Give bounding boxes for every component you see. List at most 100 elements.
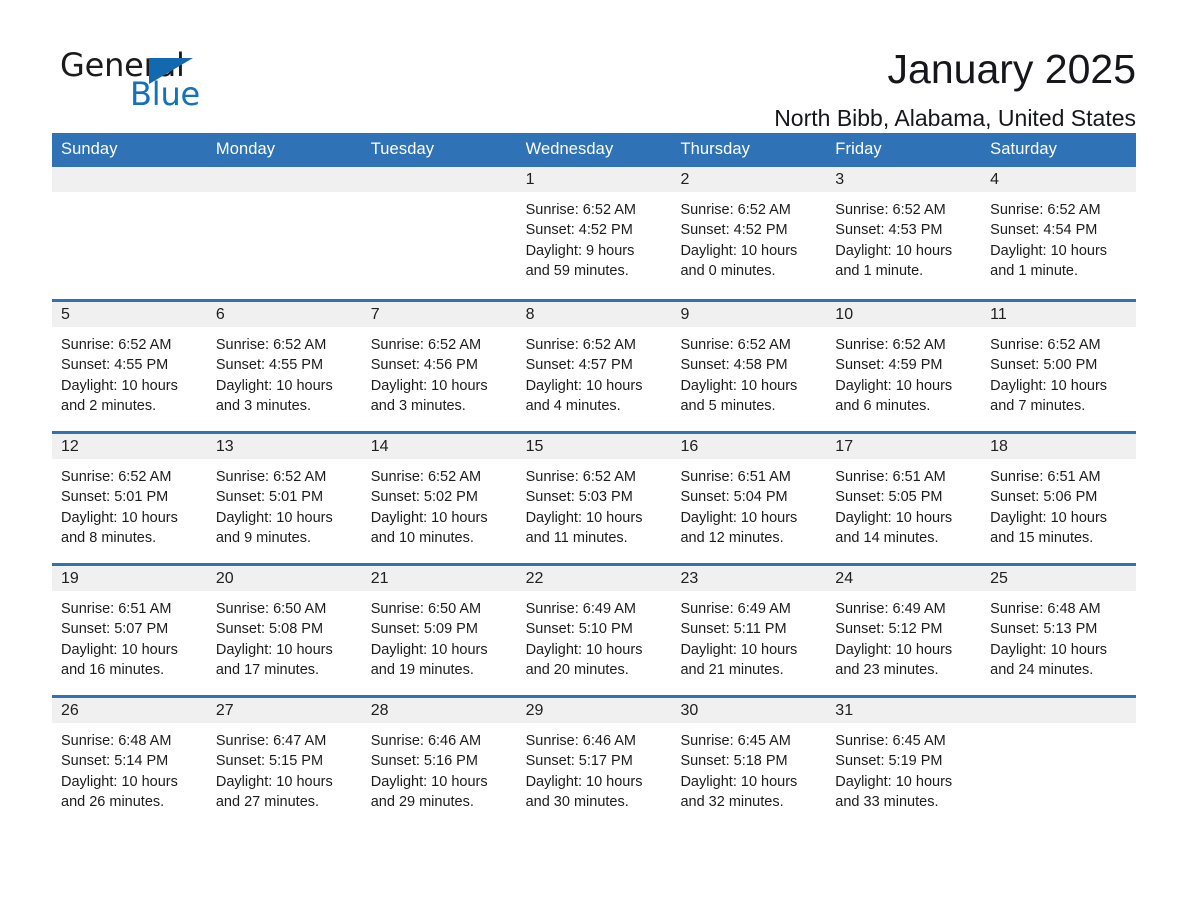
day-cell-23[interactable]: 23 Sunrise: 6:49 AM Sunset: 5:11 PM Dayligh… xyxy=(671,566,827,695)
sunrise-text: Sunrise: 6:45 AM xyxy=(835,733,946,749)
day-details: Sunrise: 6:52 AM Sunset: 5:00 PM Daylight:… xyxy=(981,327,1136,416)
daylight-text-line2: and 17 minutes. xyxy=(215,661,320,678)
sunset-text: Sunset: 4:55 PM xyxy=(61,357,169,374)
day-cell-8[interactable]: 8 Sunrise: 6:52 AM Sunset: 4:57 PM Daylight… xyxy=(516,302,672,431)
calendar-page: General Blue January 2025 North Bibb, Al… xyxy=(0,0,1188,918)
day-number: 30 xyxy=(671,698,827,723)
sunrise-text: Sunrise: 6:51 AM xyxy=(680,469,791,485)
day-details: Sunrise: 6:51 AM Sunset: 5:05 PM Daylight:… xyxy=(826,459,981,548)
daylight-text-line1: Daylight: 10 hours xyxy=(370,377,488,394)
day-cell-1[interactable]: 1 Sunrise: 6:52 AM Sunset: 4:52 PM Daylight… xyxy=(516,167,672,299)
daylight-text-line1: Daylight: 10 hours xyxy=(835,773,953,790)
day-cell-9[interactable]: 9 Sunrise: 6:52 AM Sunset: 4:58 PM Daylight… xyxy=(671,302,827,431)
day-number: 4 xyxy=(981,167,1137,192)
calendar-table: Sunday Monday Tuesday Wednesday Thursday Frid… xyxy=(52,133,1137,827)
day-details: Sunrise: 6:52 AM Sunset: 4:55 PM Daylight:… xyxy=(52,327,207,416)
day-cell-empty xyxy=(981,698,1137,827)
sunset-text: Sunset: 5:16 PM xyxy=(370,753,478,770)
day-cell-16[interactable]: 16 Sunrise: 6:51 AM Sunset: 5:04 PM Dayligh… xyxy=(671,434,827,563)
day-number: 20 xyxy=(206,566,362,591)
daylight-text-line2: and 32 minutes. xyxy=(680,793,784,810)
daylight-text-line1: Daylight: 10 hours xyxy=(370,509,488,526)
day-cell-3[interactable]: 3 Sunrise: 6:52 AM Sunset: 4:53 PM Daylight… xyxy=(826,167,982,299)
sunset-text: Sunset: 4:54 PM xyxy=(990,222,1098,239)
day-cell-14[interactable]: 14 Sunrise: 6:52 AM Sunset: 5:02 PM Dayligh… xyxy=(361,434,517,563)
day-cell-7[interactable]: 7 Sunrise: 6:52 AM Sunset: 4:56 PM Daylight… xyxy=(361,302,517,431)
weekday-header-thursday: Thursday xyxy=(680,140,751,158)
weekday-header-row: Sunday Monday Tuesday Wednesday Thursday Frid… xyxy=(52,133,1136,167)
sunset-text: Sunset: 4:57 PM xyxy=(525,357,633,374)
day-details: Sunrise: 6:49 AM Sunset: 5:12 PM Daylight:… xyxy=(826,591,981,680)
day-number: 1 xyxy=(516,167,672,192)
day-details: Sunrise: 6:50 AM Sunset: 5:09 PM Daylight:… xyxy=(362,591,517,680)
day-cell-10[interactable]: 10 Sunrise: 6:52 AM Sunset: 4:59 PM Dayligh… xyxy=(826,302,982,431)
sunset-text: Sunset: 5:17 PM xyxy=(525,753,633,770)
sunrise-text: Sunrise: 6:47 AM xyxy=(215,733,327,749)
sunset-text: Sunset: 5:10 PM xyxy=(525,621,633,638)
day-details: Sunrise: 6:52 AM Sunset: 4:53 PM Daylight:… xyxy=(826,192,981,281)
day-details: Sunrise: 6:51 AM Sunset: 5:06 PM Daylight:… xyxy=(981,459,1136,548)
day-cell-21[interactable]: 21 Sunrise: 6:50 AM Sunset: 5:09 PM Dayligh… xyxy=(361,566,517,695)
daylight-text-line2: and 1 minute. xyxy=(835,262,924,279)
day-details: Sunrise: 6:46 AM Sunset: 5:16 PM Daylight:… xyxy=(362,723,517,812)
day-number: 8 xyxy=(516,302,672,327)
page-header: General Blue January 2025 North Bibb, Al… xyxy=(52,0,1136,131)
day-cell-24[interactable]: 24 Sunrise: 6:49 AM Sunset: 5:12 PM Dayligh… xyxy=(826,566,982,695)
sunset-text: Sunset: 5:00 PM xyxy=(990,357,1098,374)
day-details: Sunrise: 6:52 AM Sunset: 4:57 PM Daylight:… xyxy=(517,327,672,416)
sunrise-text: Sunrise: 6:50 AM xyxy=(215,601,327,617)
daylight-text-line2: and 7 minutes. xyxy=(990,397,1086,414)
daylight-text-line2: and 19 minutes. xyxy=(370,661,474,678)
day-cell-30[interactable]: 30 Sunrise: 6:45 AM Sunset: 5:18 PM Dayligh… xyxy=(671,698,827,827)
day-cell-25[interactable]: 25 Sunrise: 6:48 AM Sunset: 5:13 PM Dayligh… xyxy=(981,566,1137,695)
day-cell-12[interactable]: 12 Sunrise: 6:52 AM Sunset: 5:01 PM Dayligh… xyxy=(52,434,207,563)
day-cell-29[interactable]: 29 Sunrise: 6:46 AM Sunset: 5:17 PM Dayligh… xyxy=(516,698,672,827)
daylight-text-line1: Daylight: 10 hours xyxy=(525,377,643,394)
daylight-text-line2: and 12 minutes. xyxy=(680,529,784,546)
day-cell-empty xyxy=(206,167,362,299)
daylight-text-line1: Daylight: 10 hours xyxy=(215,773,333,790)
sunset-text: Sunset: 4:52 PM xyxy=(680,222,788,239)
daylight-text-line1: Daylight: 10 hours xyxy=(680,773,798,790)
day-details: Sunrise: 6:45 AM Sunset: 5:18 PM Daylight:… xyxy=(671,723,826,812)
daylight-text-line2: and 23 minutes. xyxy=(835,661,939,678)
day-cell-22[interactable]: 22 Sunrise: 6:49 AM Sunset: 5:10 PM Dayligh… xyxy=(516,566,672,695)
day-cell-empty xyxy=(52,167,207,299)
sunrise-text: Sunrise: 6:49 AM xyxy=(680,601,791,617)
calendar-weeks: 1 Sunrise: 6:52 AM Sunset: 4:52 PM Daylight… xyxy=(52,167,1137,827)
daylight-text-line2: and 9 minutes. xyxy=(215,529,311,546)
day-cell-18[interactable]: 18 Sunrise: 6:51 AM Sunset: 5:06 PM Dayligh… xyxy=(981,434,1137,563)
day-cell-20[interactable]: 20 Sunrise: 6:50 AM Sunset: 5:08 PM Dayligh… xyxy=(206,566,362,695)
sunset-text: Sunset: 5:06 PM xyxy=(990,489,1098,506)
day-cell-27[interactable]: 27 Sunrise: 6:47 AM Sunset: 5:15 PM Dayligh… xyxy=(206,698,362,827)
general-blue-logo[interactable]: General Blue xyxy=(52,46,252,116)
daylight-text-line1: Daylight: 10 hours xyxy=(835,242,953,259)
title-block: January 2025 North Bibb, Alabama, United… xyxy=(774,46,1136,132)
day-number: 3 xyxy=(826,167,982,192)
day-cell-6[interactable]: 6 Sunrise: 6:52 AM Sunset: 4:55 PM Daylight… xyxy=(206,302,362,431)
sunset-text: Sunset: 5:09 PM xyxy=(370,621,478,638)
day-cell-2[interactable]: 2 Sunrise: 6:52 AM Sunset: 4:52 PM Daylight… xyxy=(671,167,827,299)
day-number: 19 xyxy=(52,566,207,591)
day-cell-13[interactable]: 13 Sunrise: 6:52 AM Sunset: 5:01 PM Dayligh… xyxy=(206,434,362,563)
day-cell-5[interactable]: 5 Sunrise: 6:52 AM Sunset: 4:55 PM Daylight… xyxy=(52,302,207,431)
day-number: 27 xyxy=(206,698,362,723)
day-cell-28[interactable]: 28 Sunrise: 6:46 AM Sunset: 5:16 PM Dayligh… xyxy=(361,698,517,827)
daylight-text-line1: Daylight: 10 hours xyxy=(215,377,333,394)
day-cell-15[interactable]: 15 Sunrise: 6:52 AM Sunset: 5:03 PM Dayligh… xyxy=(516,434,672,563)
day-cell-19[interactable]: 19 Sunrise: 6:51 AM Sunset: 5:07 PM Dayligh… xyxy=(52,566,207,695)
day-number: 22 xyxy=(516,566,672,591)
daylight-text-line2: and 29 minutes. xyxy=(370,793,474,810)
daylight-text-line1: Daylight: 10 hours xyxy=(680,641,798,658)
day-cell-17[interactable]: 17 Sunrise: 6:51 AM Sunset: 5:05 PM Dayligh… xyxy=(826,434,982,563)
sunset-text: Sunset: 4:59 PM xyxy=(835,357,943,374)
day-cell-26[interactable]: 26 Sunrise: 6:48 AM Sunset: 5:14 PM Dayligh… xyxy=(52,698,207,827)
day-details: Sunrise: 6:45 AM Sunset: 5:19 PM Daylight:… xyxy=(826,723,981,812)
day-cell-4[interactable]: 4 Sunrise: 6:52 AM Sunset: 4:54 PM Daylight… xyxy=(981,167,1137,299)
day-number: 6 xyxy=(206,302,362,327)
day-number: 23 xyxy=(671,566,827,591)
day-details: Sunrise: 6:50 AM Sunset: 5:08 PM Daylight:… xyxy=(207,591,362,680)
day-cell-31[interactable]: 31 Sunrise: 6:45 AM Sunset: 5:19 PM Dayligh… xyxy=(826,698,982,827)
day-cell-empty xyxy=(361,167,517,299)
day-cell-11[interactable]: 11 Sunrise: 6:52 AM Sunset: 5:00 PM Dayligh… xyxy=(981,302,1137,431)
